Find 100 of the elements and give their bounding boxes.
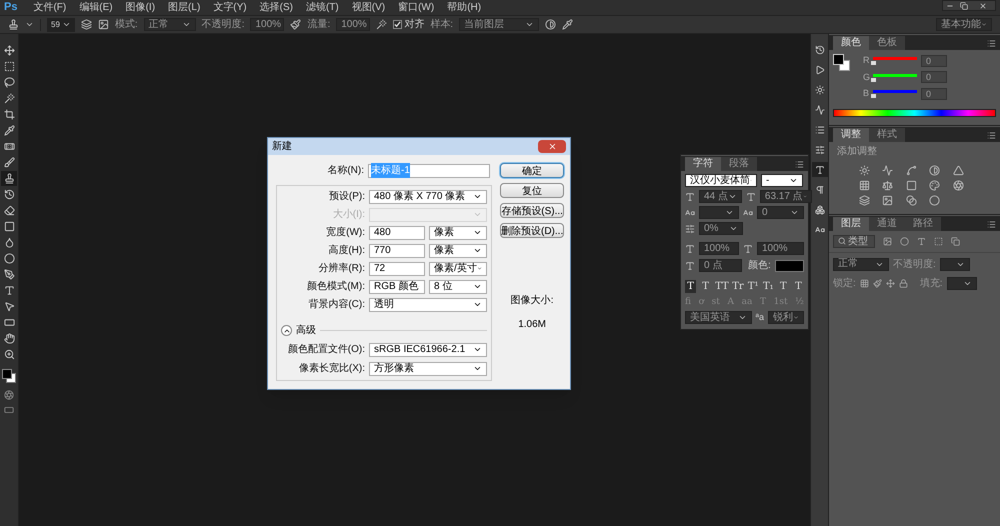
color-swatches[interactable]	[1, 367, 17, 385]
menu-item[interactable]: 滤镜(T)	[306, 2, 339, 12]
fill-field[interactable]	[946, 276, 977, 290]
panel-menu-icon[interactable]	[987, 130, 996, 140]
circle-icon[interactable]	[929, 194, 940, 206]
grid-icon[interactable]	[859, 180, 870, 190]
channel-slider[interactable]	[873, 72, 917, 82]
panel-menu-icon[interactable]	[795, 160, 804, 169]
dropdown[interactable]: 480 像素 X 770 像素	[369, 190, 487, 204]
font-family-dropdown[interactable]: 汉仪小麦体简	[685, 174, 757, 187]
kerning-field[interactable]	[699, 206, 739, 219]
circle-icon[interactable]	[900, 236, 909, 246]
dropdown[interactable]: 8 位	[429, 280, 487, 294]
panel-tab[interactable]: 颜色	[833, 36, 869, 50]
triangle-icon[interactable]	[952, 164, 964, 176]
panel-tab[interactable]: 通道	[869, 216, 905, 230]
sun-icon[interactable]	[859, 164, 870, 176]
brush-icon[interactable]	[872, 278, 882, 288]
panel-tab[interactable]: 样式	[869, 128, 905, 142]
layers-icon[interactable]	[80, 19, 92, 30]
panel-menu-icon[interactable]	[987, 220, 996, 228]
dropdown[interactable]: 透明	[369, 298, 487, 312]
panel-tab[interactable]: 色板	[869, 36, 905, 50]
channel-value-field[interactable]: 0	[921, 88, 947, 100]
lock-icon[interactable]	[898, 278, 908, 288]
opacity-field[interactable]: 100%	[250, 18, 284, 31]
levels-icon[interactable]	[882, 164, 894, 176]
color-spectrum[interactable]	[833, 108, 996, 116]
baseline-shift-field[interactable]: 0 点	[699, 259, 742, 272]
blend-icon[interactable]	[906, 194, 917, 206]
panel-tab[interactable]: 段落	[721, 157, 757, 171]
panel-tab[interactable]: 字符	[685, 157, 721, 171]
font-size-field[interactable]: 44 点	[699, 190, 742, 203]
image-icon[interactable]	[98, 19, 109, 30]
channel-value-field[interactable]: 0	[921, 54, 947, 67]
channel-value-field[interactable]: 0	[921, 71, 947, 84]
type-icon[interactable]	[917, 236, 926, 246]
channel-slider[interactable]	[873, 56, 917, 66]
language-dropdown[interactable]: 美国英语	[685, 311, 752, 324]
menu-item[interactable]: 选择(S)	[260, 2, 293, 12]
slider-thumb[interactable]	[871, 94, 876, 98]
dialog-button[interactable]: 确定	[500, 163, 564, 178]
channel-slider[interactable]	[873, 89, 917, 98]
contrast-icon[interactable]	[929, 164, 940, 176]
layer-opacity-field[interactable]	[940, 258, 970, 270]
workspace-dropdown[interactable]: 基本功能	[936, 18, 992, 31]
menu-item[interactable]: 编辑(E)	[79, 2, 113, 12]
screen-mode-icon[interactable]	[4, 405, 14, 415]
dashed-square-icon[interactable]	[934, 236, 943, 246]
antialias-dropdown[interactable]: 锐利	[768, 311, 804, 324]
mode-dropdown[interactable]: 正常	[144, 18, 196, 31]
style-toggle[interactable]: T	[685, 280, 696, 293]
balance-icon[interactable]	[882, 180, 894, 190]
menu-item[interactable]: 视图(V)	[352, 2, 386, 12]
menu-item[interactable]: 文件(F)	[33, 2, 66, 12]
dropdown[interactable]: 像素	[429, 226, 487, 240]
dialog-button[interactable]: 删除预设(D)...	[500, 223, 564, 238]
input-field[interactable]: 480	[369, 226, 425, 240]
square-icon[interactable]	[906, 180, 917, 190]
lock-pixels-icon[interactable]	[860, 278, 869, 288]
panel-button[interactable]	[812, 162, 828, 177]
leading-field[interactable]: 63.17 点	[760, 190, 812, 203]
color-swatch[interactable]	[774, 260, 804, 272]
panel-tab[interactable]: 路径	[905, 216, 941, 230]
close-button[interactable]	[538, 140, 566, 153]
eyedropper-icon[interactable]	[562, 19, 574, 30]
dropdown[interactable]: sRGB IEC61966-2.1	[369, 342, 487, 356]
menu-item[interactable]: 图层(L)	[168, 2, 200, 12]
panel-tab[interactable]: 调整	[833, 128, 869, 142]
menu-item[interactable]: 图像(I)	[126, 2, 156, 12]
slider-thumb[interactable]	[871, 61, 876, 66]
style-toggle[interactable]: T	[778, 280, 789, 293]
color-swatches[interactable]	[833, 54, 851, 72]
style-toggle[interactable]: T	[792, 280, 804, 293]
font-style-dropdown[interactable]: -	[761, 174, 803, 187]
panel-menu-icon[interactable]	[987, 39, 996, 48]
sample-dropdown[interactable]: 当前图层	[459, 18, 540, 31]
align-checkbox[interactable]: 对齐	[393, 17, 424, 32]
style-toggle[interactable]: Tr	[732, 280, 744, 293]
slider-thumb[interactable]	[871, 78, 876, 82]
image-icon[interactable]	[883, 236, 892, 246]
brush-icon[interactable]	[290, 19, 302, 30]
contrast-icon[interactable]	[545, 19, 556, 30]
name-field[interactable]: 未标题-1	[368, 164, 490, 178]
blend-mode-dropdown[interactable]: 正常	[833, 258, 889, 270]
style-toggle[interactable]: T¹	[748, 280, 759, 293]
input-field[interactable]: 770	[369, 244, 425, 258]
style-toggle[interactable]: T₁	[762, 280, 774, 293]
input-field[interactable]: 72	[369, 262, 425, 276]
horizontal-scale-field[interactable]: 100%	[756, 242, 804, 255]
tool-button[interactable]	[1, 171, 17, 186]
dropdown[interactable]: 像素	[429, 244, 487, 258]
stamp-icon[interactable]	[8, 19, 19, 30]
move-icon[interactable]	[886, 278, 895, 288]
expand-toggle[interactable]	[281, 325, 292, 336]
vertical-scale-field[interactable]: 100%	[699, 242, 739, 255]
spacing-field[interactable]: 0%	[699, 222, 743, 235]
menu-item[interactable]: 帮助(H)	[447, 2, 482, 12]
dialog-button[interactable]: 存储预设(S)...	[500, 203, 564, 218]
aperture-icon[interactable]	[952, 180, 964, 190]
